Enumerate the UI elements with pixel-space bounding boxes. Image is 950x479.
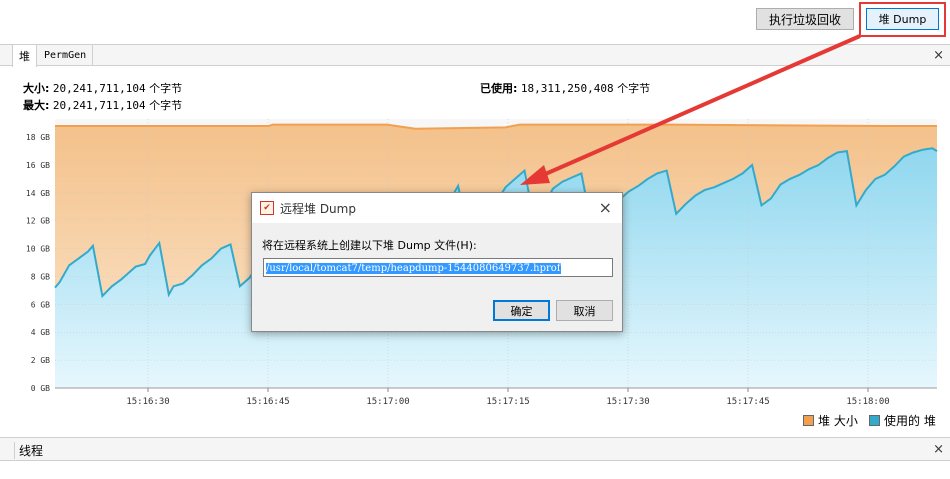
cancel-button[interactable]: 取消 [556,300,613,321]
dump-path-text: /usr/local/tomcat7/temp/heapdump-1544080… [266,263,561,274]
dump-path-input[interactable]: /usr/local/tomcat7/temp/heapdump-1544080… [263,258,613,277]
perform-gc-button[interactable]: 执行垃圾回收 [756,8,854,30]
tab-permgen[interactable]: PermGen [38,45,94,66]
threads-section-header: 线程 × [0,437,950,461]
y-tick-label: 10 GB [26,245,50,254]
dialog-titlebar: ✔ 远程堆 Dump [252,193,622,223]
heap-used-unit: 个字节 [617,82,651,95]
threads-title: 线程 [14,442,43,459]
heap-max-unit: 个字节 [149,99,183,112]
heap-size-unit: 个字节 [149,82,183,95]
y-tick-label: 2 GB [31,356,50,365]
y-tick-label: 14 GB [26,189,50,198]
heap-used-stat: 已使用: 18,311,250,408 个字节 [480,80,650,96]
heap-max-stat: 最大: 20,241,711,104 个字节 [23,97,182,113]
x-tick-label: 15:17:15 [486,397,529,407]
legend-used-label: 使用的 堆 [884,414,936,428]
x-tick-label: 15:16:45 [246,397,289,407]
heap-max-label: 最大: [23,99,50,112]
y-tick-label: 6 GB [31,300,50,309]
y-tick-label: 12 GB [26,217,50,226]
tab-heap[interactable]: 堆 [12,45,37,67]
x-tick-label: 15:17:45 [726,397,769,407]
heap-size-value: 20,241,711,104 [52,82,146,95]
heap-size-stat: 大小: 20,241,711,104 个字节 [23,80,182,96]
heap-tab-bar: 堆 PermGen × [0,44,950,67]
x-tick-label: 15:16:30 [126,397,169,407]
visualvm-app-icon: ✔ [260,201,274,215]
y-tick-label: 4 GB [31,328,50,337]
heap-size-label: 大小: [23,82,50,95]
dialog-body: 将在远程系统上创建以下堆 Dump 文件(H): /usr/local/tomc… [252,223,622,331]
y-tick-label: 0 GB [31,384,50,393]
close-icon[interactable]: × [933,442,944,457]
y-tick-label: 18 GB [26,133,50,142]
close-icon[interactable]: × [933,48,944,63]
y-tick-label: 8 GB [31,272,50,281]
legend-heap-swatch [803,415,814,426]
legend-used-swatch [869,415,880,426]
x-tick-label: 15:17:30 [606,397,649,407]
x-tick-label: 15:17:00 [366,397,409,407]
legend-heap-size: 堆 大小 [803,412,858,429]
heap-max-value: 20,241,711,104 [52,99,146,112]
remote-heap-dump-dialog: ✔ 远程堆 Dump × 将在远程系统上创建以下堆 Dump 文件(H): /u… [251,192,623,332]
heap-dump-button[interactable]: 堆 Dump [866,8,939,30]
legend-used-heap: 使用的 堆 [869,412,936,429]
dialog-title: 远程堆 Dump [280,201,356,216]
y-tick-label: 16 GB [26,161,50,170]
legend-heap-label: 堆 大小 [818,414,858,428]
heap-used-value: 18,311,250,408 [520,82,614,95]
dialog-prompt: 将在远程系统上创建以下堆 Dump 文件(H): [262,239,477,252]
dialog-close-icon[interactable]: × [599,198,612,217]
ok-button[interactable]: 确定 [493,300,550,321]
heap-used-label: 已使用: [480,82,518,95]
x-tick-label: 15:18:00 [846,397,889,407]
